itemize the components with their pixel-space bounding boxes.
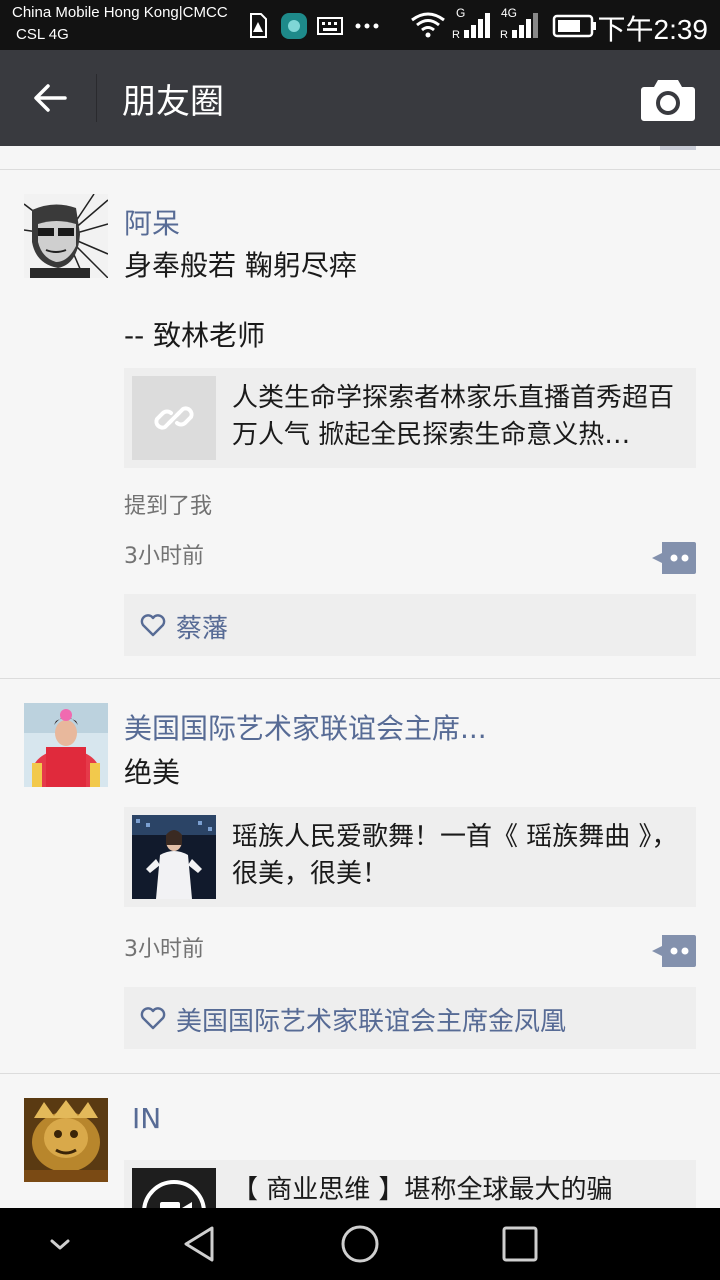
heart-icon xyxy=(140,1007,166,1030)
home-circle-icon[interactable] xyxy=(338,1222,382,1266)
previous-comment-tab xyxy=(660,146,696,150)
more-notifications-icon xyxy=(355,23,379,29)
heart-icon xyxy=(140,614,166,637)
post-text: -- 致林老师 xyxy=(124,319,266,352)
moments-feed[interactable]: 阿呆 身奉般若 鞠躬尽瘁 -- 致林老师 人类生命学探索者林家乐直播首秀超百万人… xyxy=(0,146,720,1208)
huawei-app-icon xyxy=(281,13,307,39)
post-time: 3小时前 xyxy=(124,544,204,569)
moment-post: IN 【 商业思维 】堪称全球最大的骗 xyxy=(0,1074,720,1208)
keyboard-icon xyxy=(317,17,343,35)
recents-square-icon[interactable] xyxy=(498,1222,542,1266)
signal-icon: R xyxy=(452,13,490,40)
title-bar: 朋友圈 xyxy=(0,50,720,146)
shared-link-card[interactable]: 【 商业思维 】堪称全球最大的骗 xyxy=(124,1160,696,1208)
post-time: 3小时前 xyxy=(124,937,204,962)
back-button[interactable] xyxy=(20,68,80,128)
title-divider xyxy=(96,74,97,122)
liker-name[interactable]: 美国国际艺术家联谊会主席金凤凰 xyxy=(176,1001,566,1038)
battery-icon xyxy=(552,14,596,38)
post-text: 绝美 xyxy=(124,756,181,789)
avatar[interactable] xyxy=(24,194,108,278)
sim-alert-icon xyxy=(250,13,267,38)
post-text: 身奉般若 鞠躬尽瘁 xyxy=(124,249,357,282)
liker-name[interactable]: 蔡藩 xyxy=(176,608,228,645)
page-title: 朋友圈 xyxy=(122,82,224,122)
link-title: 瑶族人民爱歌舞！一首《 瑶族舞曲 》，很美，很美！ xyxy=(232,822,678,889)
moment-post: 阿呆 身奉般若 鞠躬尽瘁 -- 致林老师 人类生命学探索者林家乐直播首秀超百万人… xyxy=(0,170,720,678)
link-thumbnail xyxy=(132,1168,216,1208)
link-title: 【 商业思维 】堪称全球最大的骗 xyxy=(232,1175,613,1205)
shared-link-card[interactable]: 人类生命学探索者林家乐直播首秀超百万人气 掀起全民探索生命意义热… xyxy=(124,368,696,468)
video-icon xyxy=(132,1168,216,1208)
chevron-down-icon[interactable] xyxy=(38,1222,82,1266)
link-icon xyxy=(154,406,194,430)
svg-text:R: R xyxy=(500,29,508,40)
clock: 下午2:39 xyxy=(597,14,709,45)
username[interactable]: 阿呆 xyxy=(124,202,180,242)
avatar[interactable] xyxy=(24,703,108,787)
status-bar: China Mobile Hong Kong|CMCC CSL 4G G R 4… xyxy=(0,0,720,50)
wifi-icon xyxy=(411,12,445,38)
navigation-bar xyxy=(0,1208,720,1280)
comment-icon[interactable] xyxy=(652,542,696,574)
signal-icon-2: R xyxy=(500,13,538,40)
likes-box: 蔡藩 xyxy=(124,594,696,656)
link-thumbnail xyxy=(132,815,216,899)
arrow-left-icon xyxy=(34,84,67,112)
carrier-secondary: CSL 4G xyxy=(16,26,69,43)
avatar[interactable] xyxy=(24,1098,108,1182)
link-title: 人类生命学探索者林家乐直播首秀超百万人气 掀起全民探索生命意义热… xyxy=(232,383,675,450)
username[interactable]: 美国国际艺术家联谊会主席... xyxy=(124,707,487,747)
carrier-name: China Mobile Hong Kong|CMCC xyxy=(12,4,228,21)
moment-post: 美国国际艺术家联谊会主席... 绝美 瑶族人民爱歌舞！一首《 瑶族舞曲 》，很美… xyxy=(0,679,720,1073)
username[interactable]: IN xyxy=(132,1102,161,1135)
back-triangle-icon[interactable] xyxy=(178,1222,222,1266)
svg-text:R: R xyxy=(452,29,460,40)
camera-icon[interactable] xyxy=(640,72,696,124)
mention-label: 提到了我 xyxy=(124,494,213,519)
link-thumbnail xyxy=(132,376,216,460)
shared-link-card[interactable]: 瑶族人民爱歌舞！一首《 瑶族舞曲 》，很美，很美！ xyxy=(124,807,696,907)
comment-icon[interactable] xyxy=(652,935,696,967)
likes-box: 美国国际艺术家联谊会主席金凤凰 xyxy=(124,987,696,1049)
